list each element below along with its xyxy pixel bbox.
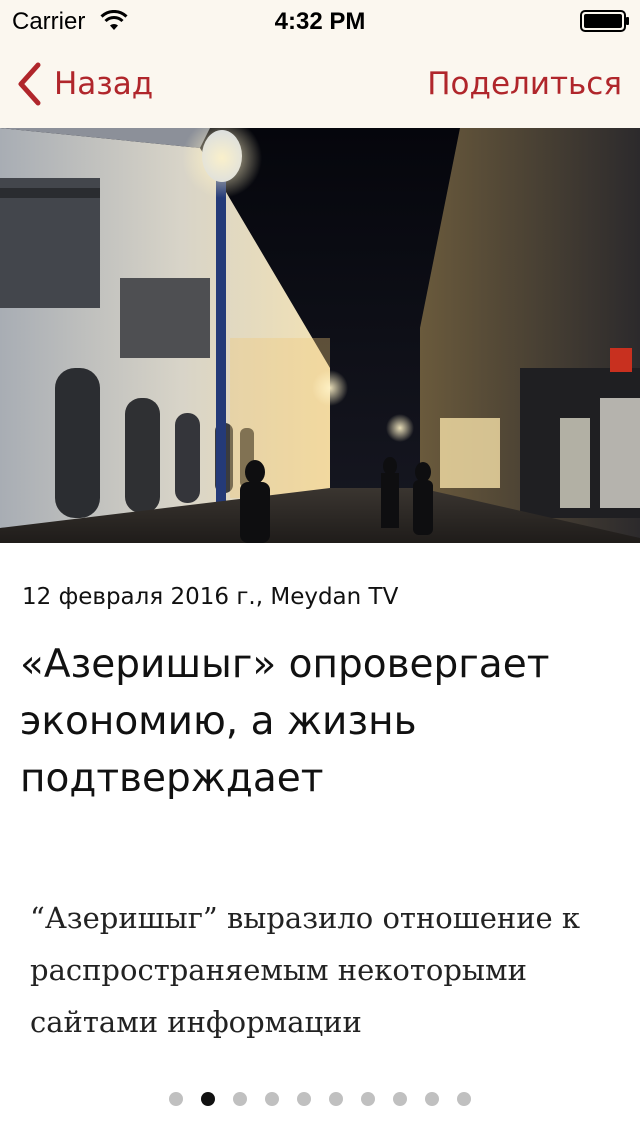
back-label: Назад (54, 66, 154, 102)
back-button[interactable]: Назад (16, 60, 153, 108)
status-time: 4:32 PM (274, 8, 366, 35)
page-dot[interactable] (265, 1092, 279, 1106)
battery-icon (580, 10, 629, 32)
page-dot[interactable] (297, 1092, 311, 1106)
navigation-bar: Назад Поделиться (0, 40, 640, 128)
page-indicator (0, 1090, 640, 1108)
page-dot[interactable] (393, 1092, 407, 1106)
chevron-left-icon (18, 62, 41, 106)
night-street-illustration (0, 128, 640, 543)
page-dot[interactable] (169, 1092, 183, 1106)
page-dot[interactable] (233, 1092, 247, 1106)
page-dot[interactable] (361, 1092, 375, 1106)
article-summary: “Азеришыг” выразило отношение к распрост… (30, 901, 581, 1039)
page-dot[interactable] (425, 1092, 439, 1106)
article-title: «Азеришыг» опровергает экономию, а жизнь… (20, 642, 550, 801)
status-bar: Carrier 4:32 PM (0, 0, 640, 40)
article-meta: 12 февраля 2016 г., Meydan TV (22, 584, 399, 610)
page-dot-active[interactable] (201, 1092, 215, 1106)
page-dot[interactable] (329, 1092, 343, 1106)
article-photo (0, 128, 640, 543)
share-button[interactable]: Поделиться (427, 66, 622, 102)
page-dot[interactable] (457, 1092, 471, 1106)
